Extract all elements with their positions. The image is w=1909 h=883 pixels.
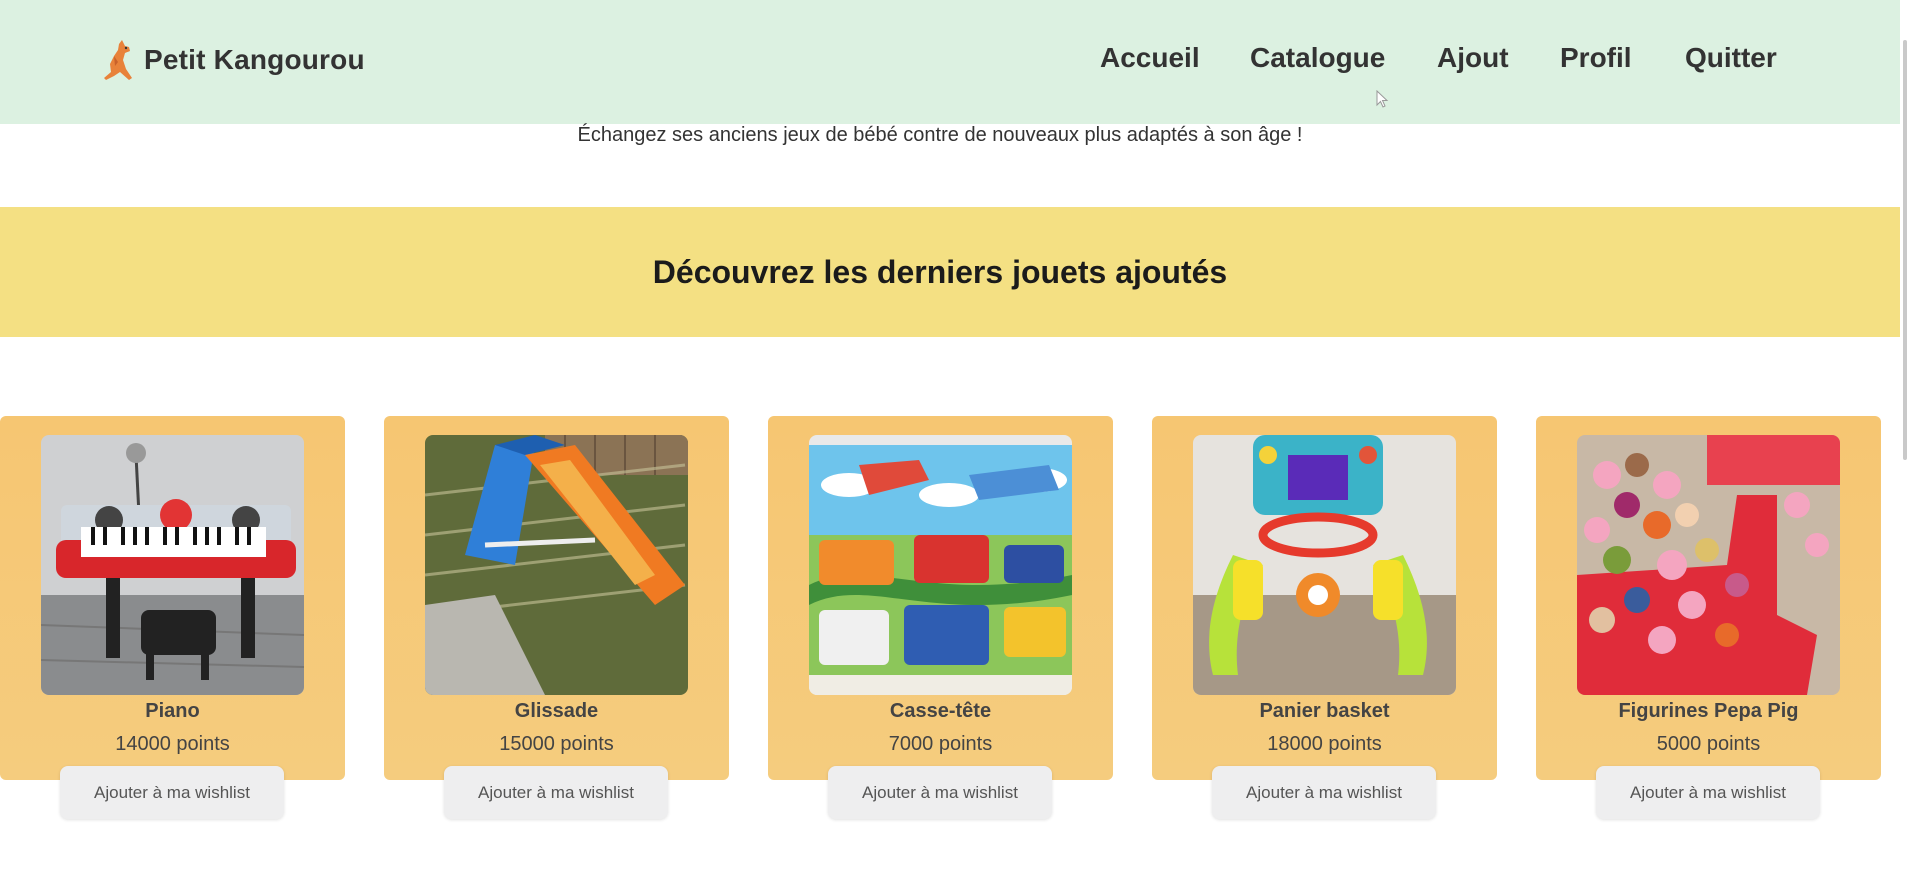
product-points: 14000 points: [115, 733, 230, 755]
toy-piano-image: [41, 435, 304, 695]
product-name: Piano: [145, 700, 200, 722]
product-card-glissade[interactable]: Glissade 15000 points: [384, 416, 729, 780]
nav-link-quitter[interactable]: Quitter: [1685, 42, 1777, 74]
nav-link-profil[interactable]: Profil: [1560, 42, 1632, 74]
basketball-hoop-image: [1193, 435, 1456, 695]
add-to-wishlist-button[interactable]: Ajouter à ma wishlist: [60, 766, 284, 819]
add-to-wishlist-button[interactable]: Ajouter à ma wishlist: [828, 766, 1052, 819]
nav-link-ajout[interactable]: Ajout: [1437, 42, 1509, 74]
product-card-panier-basket[interactable]: Panier basket 18000 points: [1152, 416, 1497, 780]
product-points: 5000 points: [1656, 733, 1761, 755]
figurines-image: [1577, 435, 1840, 695]
tagline: Échangez ses anciens jeux de bébé contre…: [577, 124, 1303, 146]
add-to-wishlist-button[interactable]: Ajouter à ma wishlist: [1596, 766, 1820, 819]
nav-link-accueil[interactable]: Accueil: [1100, 42, 1200, 74]
add-to-wishlist-button[interactable]: Ajouter à ma wishlist: [444, 766, 668, 819]
add-to-wishlist-button[interactable]: Ajouter à ma wishlist: [1212, 766, 1436, 819]
product-card-figurines-pepa-pig[interactable]: Figurines Pepa Pig 5000 points: [1536, 416, 1881, 780]
slide-image: [425, 435, 688, 695]
product-card-casse-tete[interactable]: Casse-tête 7000 points: [768, 416, 1113, 780]
product-points: 15000 points: [499, 733, 614, 755]
product-name: Glissade: [514, 700, 599, 722]
product-points: 7000 points: [888, 733, 993, 755]
latest-toys-banner: Découvrez les derniers jouets ajoutés: [0, 207, 1900, 337]
product-points: 18000 points: [1267, 733, 1382, 755]
scrollbar-thumb[interactable]: [1903, 40, 1907, 460]
product-name: Panier basket: [1259, 700, 1390, 722]
product-name: Figurines Pepa Pig: [1618, 700, 1799, 722]
mouse-cursor-icon: [1376, 90, 1389, 108]
product-name: Casse-tête: [889, 700, 992, 722]
navbar: Petit Kangourou Accueil Catalogue Ajout …: [0, 0, 1900, 124]
nav-link-catalogue[interactable]: Catalogue: [1250, 42, 1385, 74]
puzzle-image: [809, 435, 1072, 695]
scrollbar[interactable]: [1900, 0, 1909, 883]
banner-title: Découvrez les derniers jouets ajoutés: [652, 253, 1228, 290]
main-nav: Accueil Catalogue Ajout Profil Quitter: [0, 42, 1900, 82]
product-card-piano[interactable]: Piano 14000 points: [0, 416, 345, 780]
